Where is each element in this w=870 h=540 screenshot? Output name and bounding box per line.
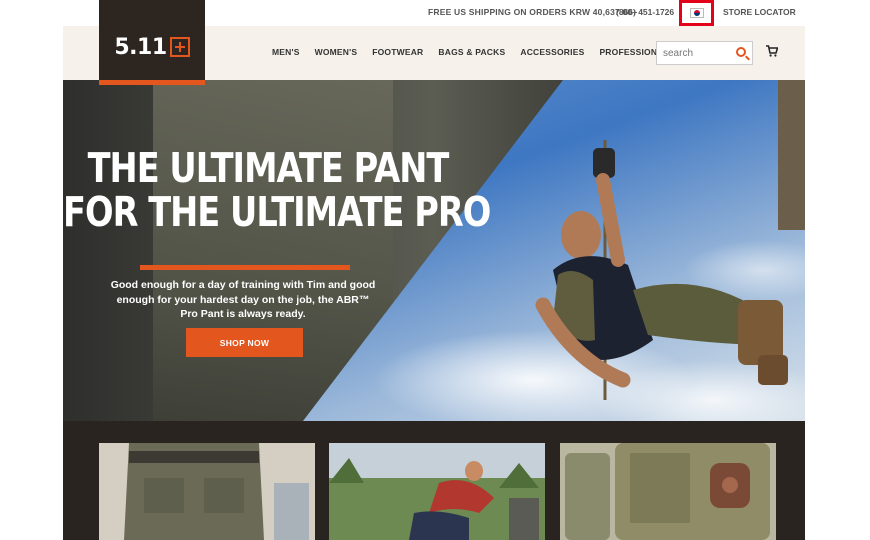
product-tile-climbing[interactable] (329, 443, 545, 540)
main-nav: MEN'S WOMEN'S FOOTWEAR BAGS & PACKS ACCE… (272, 47, 684, 57)
product-tile-pants[interactable] (99, 443, 315, 540)
logo-accent-bar (99, 80, 205, 85)
search-input[interactable] (663, 46, 733, 60)
climber-image (535, 140, 788, 400)
nav-item-footwear[interactable]: FOOTWEAR (372, 47, 423, 57)
logo[interactable]: 5.11 (99, 0, 205, 85)
logo-plus-icon (169, 37, 190, 57)
phone-number-link[interactable]: (866) 451-1726 (616, 7, 674, 17)
product-tile-backpack[interactable] (560, 443, 776, 540)
backpack-image (560, 443, 776, 540)
hero-headline-line1: THE ULTIMATE PANT (87, 144, 450, 192)
nav-item-accessories[interactable]: ACCESSORIES (520, 47, 584, 57)
woman-climbing-image (329, 443, 545, 540)
country-selector-button[interactable] (679, 0, 714, 26)
south-korea-flag-icon (689, 8, 704, 18)
logo-text: 5.11 (114, 35, 167, 60)
pants-back-image (99, 443, 315, 540)
shop-now-button[interactable]: SHOP NOW (186, 328, 303, 357)
hero-headline: THE ULTIMATE PANT FOR THE ULTIMATE PRO (63, 144, 491, 236)
hero-banner[interactable]: THE ULTIMATE PANT FOR THE ULTIMATE PRO G… (63, 80, 805, 421)
hero-accent-divider (140, 265, 350, 270)
store-locator-link[interactable]: STORE LOCATOR (723, 7, 796, 17)
nav-item-womens[interactable]: WOMEN'S (315, 47, 358, 57)
free-shipping-link[interactable]: FREE US SHIPPING ON ORDERS KRW 40,637.00… (428, 7, 638, 17)
page: FREE US SHIPPING ON ORDERS KRW 40,637.00… (0, 0, 870, 540)
cart-icon[interactable] (766, 45, 778, 57)
search-box (656, 41, 753, 65)
nav-item-bags-packs[interactable]: BAGS & PACKS (438, 47, 505, 57)
hero-description: Good enough for a day of training with T… (110, 279, 376, 320)
hero-headline-line2: FOR THE ULTIMATE PRO (63, 188, 491, 236)
nav-item-mens[interactable]: MEN'S (272, 47, 300, 57)
search-icon[interactable] (736, 47, 746, 57)
